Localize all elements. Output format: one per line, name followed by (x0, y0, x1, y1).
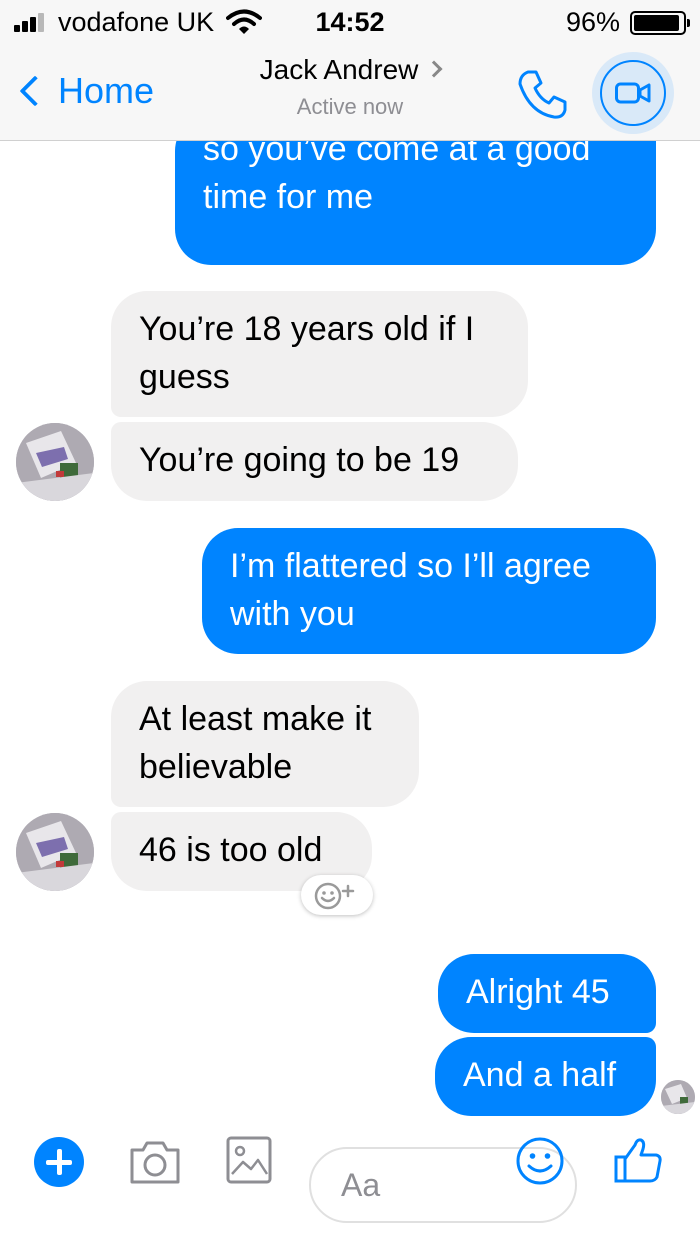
message-line: And a half (463, 1056, 617, 1094)
message-thread[interactable]: so you’ve come at a good time for me You… (0, 141, 700, 1126)
message-line: guess (139, 358, 230, 396)
message-incoming[interactable]: You’re going to be 19 (111, 422, 518, 501)
message-line: Alright 45 (466, 973, 610, 1011)
phone-icon[interactable] (514, 66, 570, 122)
battery-percentage: 96% (565, 7, 620, 37)
message-outgoing[interactable]: so you’ve come at a good time for me (175, 141, 656, 265)
message-outgoing[interactable]: Alright 45 (438, 954, 656, 1033)
message-incoming[interactable]: At least make it believable (111, 681, 419, 807)
contact-avatar[interactable] (16, 813, 94, 891)
message-line: I’m flattered so I’ll agree (230, 547, 591, 585)
contact-name[interactable]: Jack Andrew (260, 54, 419, 86)
thumbs-up-icon[interactable] (613, 1135, 663, 1185)
message-line: believable (139, 748, 293, 786)
add-reaction-icon (314, 882, 355, 910)
status-bar: vodafone UK 14:52 96% (0, 0, 700, 44)
message-input[interactable] (341, 1161, 521, 1209)
message-line: 46 is too old (139, 831, 323, 869)
battery-icon (630, 11, 690, 35)
conversation-header: Home Jack Andrew Active now (0, 44, 700, 141)
message-line: so you’ve come at a good (203, 141, 591, 168)
message-line: time for me (203, 178, 374, 216)
chevron-right-icon (425, 60, 443, 78)
message-incoming[interactable]: You’re 18 years old if I guess (111, 291, 528, 417)
message-line: You’re going to be 19 (139, 441, 460, 479)
smiley-icon[interactable] (515, 1136, 565, 1186)
message-line: with you (230, 595, 355, 633)
video-call-button[interactable] (592, 52, 674, 134)
message-line: At least make it (139, 700, 372, 738)
contact-photo (16, 423, 94, 501)
message-outgoing[interactable]: I’m flattered so I’ll agree with you (202, 528, 656, 654)
video-camera-icon (615, 82, 651, 104)
read-receipt-avatar (661, 1080, 695, 1114)
message-line: You’re 18 years old if I (139, 310, 475, 348)
add-reaction-button[interactable] (301, 875, 373, 915)
contact-photo (16, 813, 94, 891)
contact-avatar[interactable] (16, 423, 94, 501)
camera-icon[interactable] (128, 1138, 182, 1186)
contact-photo (661, 1080, 695, 1114)
composer-bar (0, 1126, 700, 1243)
message-outgoing[interactable]: And a half (435, 1037, 656, 1116)
plus-icon[interactable] (34, 1137, 84, 1187)
image-icon[interactable] (226, 1134, 272, 1186)
